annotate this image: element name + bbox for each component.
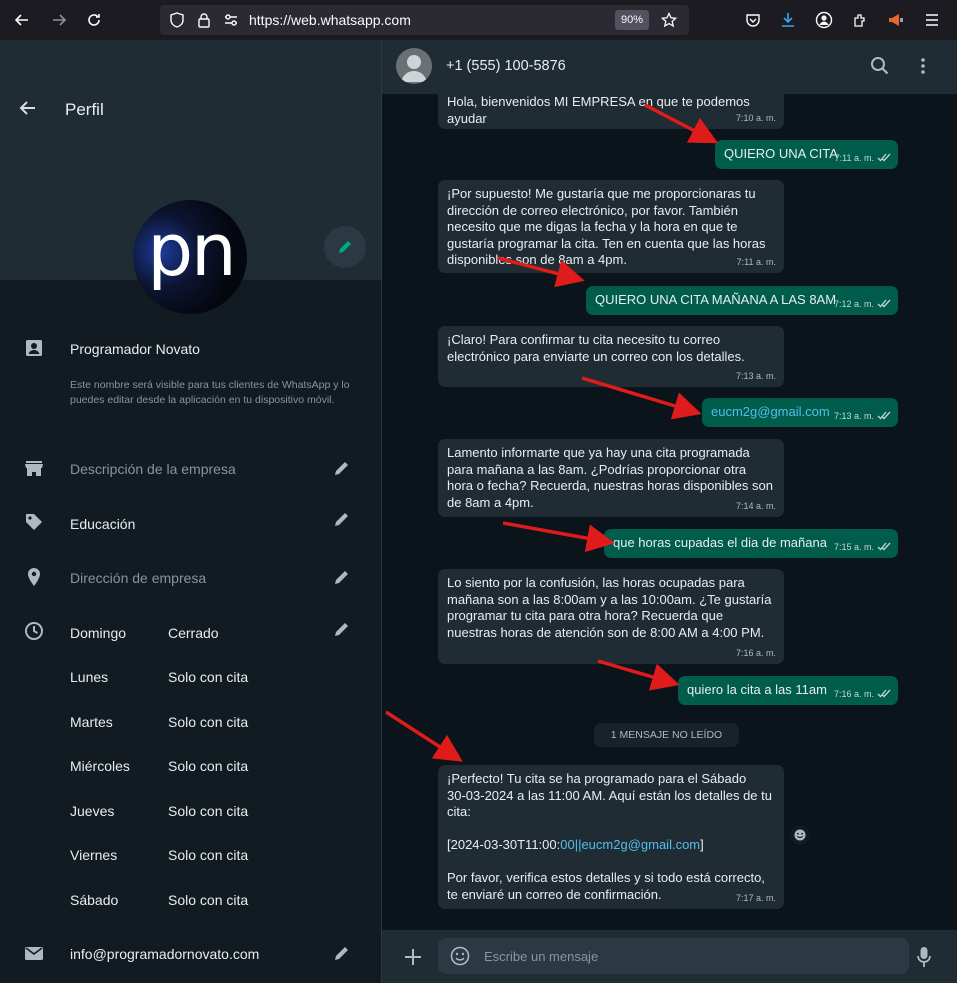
microphone-icon[interactable]: [917, 946, 931, 973]
annotation-arrows: [385, 103, 719, 762]
annotation-arrow: [597, 659, 680, 691]
message-input[interactable]: Escribe un mensaje: [438, 938, 909, 974]
attach-plus-icon[interactable]: [404, 948, 422, 971]
annotation-arrow: [497, 256, 585, 288]
compose-bar: Escribe un mensaje: [382, 930, 957, 983]
message-input-placeholder: Escribe un mensaje: [484, 949, 599, 964]
annotation-arrow: [644, 103, 719, 144]
emoji-icon[interactable]: [450, 946, 470, 971]
annotation-arrow: [502, 521, 615, 553]
annotation-arrow: [581, 376, 702, 420]
annotation-arrow: [385, 710, 463, 762]
